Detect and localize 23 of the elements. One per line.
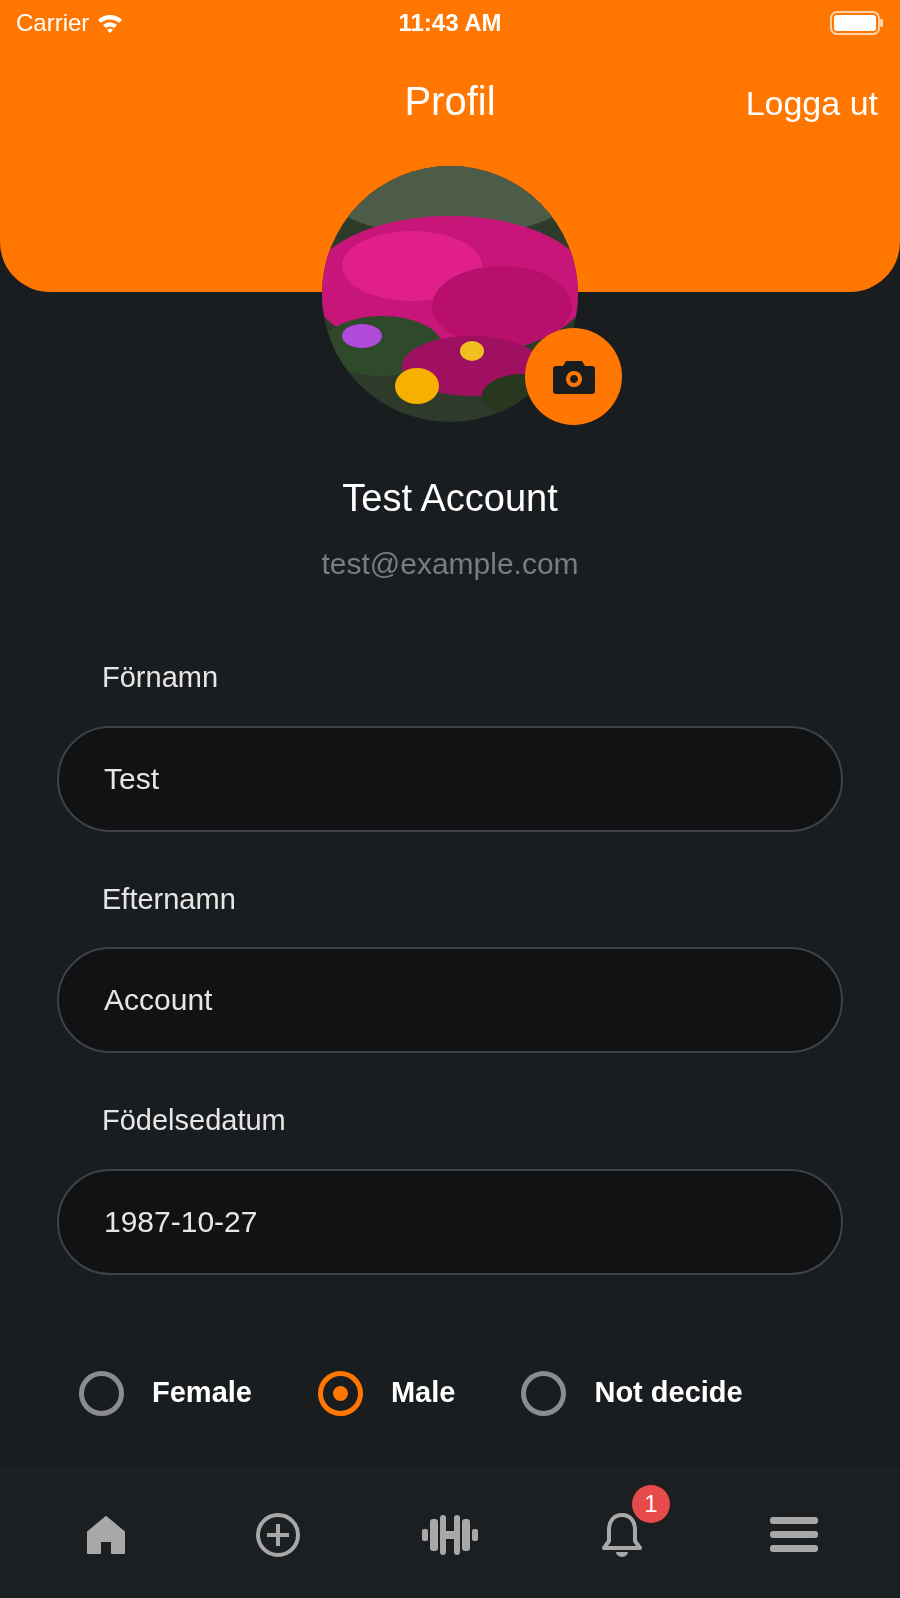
- radio-option[interactable]: Not decide: [521, 1370, 743, 1416]
- field-label: Födelsedatum: [102, 1103, 287, 1138]
- input-field[interactable]: Account: [57, 947, 843, 1053]
- battery-icon: [830, 11, 884, 35]
- input-field[interactable]: 1987-10-27: [57, 1168, 843, 1275]
- input-field[interactable]: Test: [57, 725, 843, 832]
- clock-label: 11:43 AM: [398, 8, 502, 38]
- home-icon: [85, 1514, 127, 1556]
- notification-badge: 1: [632, 1485, 670, 1523]
- bell-icon: [600, 1511, 644, 1559]
- field-label: Förnamn: [102, 660, 220, 695]
- wifi-icon: [97, 13, 124, 33]
- dumbbell-icon: [422, 1513, 478, 1557]
- radio-option[interactable]: Male: [317, 1370, 456, 1416]
- camera-icon: [551, 358, 596, 395]
- field-label: Efternamn: [102, 881, 237, 917]
- page-title: Profil: [404, 78, 496, 125]
- carrier-label: Carrier: [16, 8, 90, 38]
- profile-email: test@example.com: [321, 546, 579, 582]
- menu-icon: [770, 1515, 818, 1555]
- add-icon: [255, 1512, 301, 1558]
- radio-option[interactable]: Female: [79, 1370, 252, 1416]
- profile-name: Test Account: [342, 476, 558, 521]
